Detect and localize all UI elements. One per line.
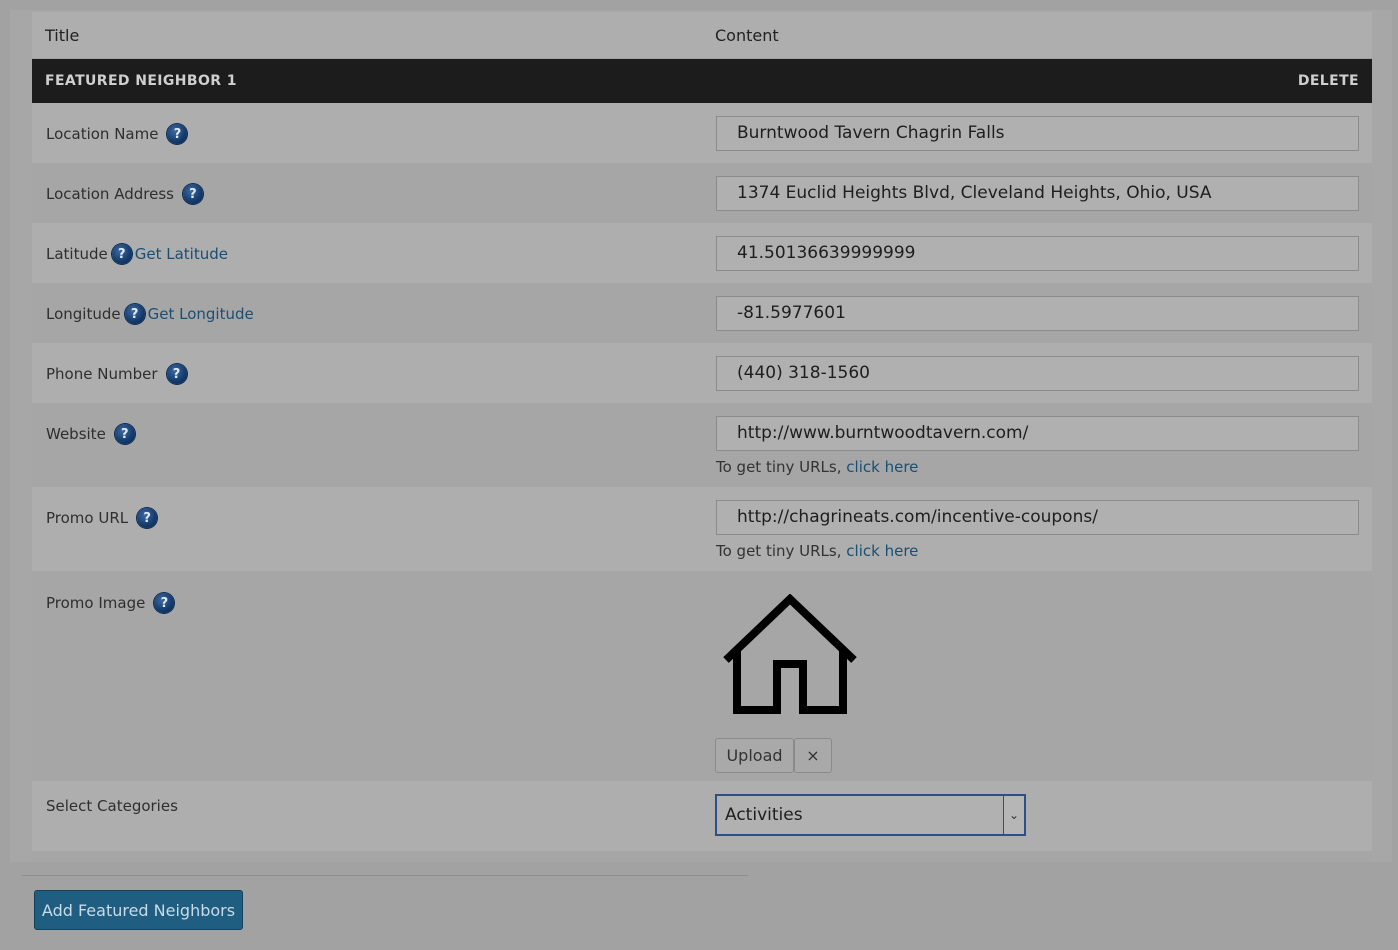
website-label: Website ? [46,424,135,444]
title-column-header: Title [45,26,80,45]
get-latitude-link[interactable]: Get Latitude [135,245,228,263]
help-icon[interactable]: ? [154,593,175,613]
categories-selected-value: Activities [725,805,803,825]
promo-image-text: Promo Image [46,594,146,612]
categories-label: Select Categories [46,797,178,815]
remove-image-button[interactable]: × [794,738,832,773]
latitude-input[interactable]: 41.50136639999999 [716,236,1359,271]
location-address-input[interactable]: 1374 Euclid Heights Blvd, Cleveland Heig… [716,176,1359,211]
location-name-text: Location Name [46,125,159,143]
latitude-label: Latitude ? Get Latitude [46,244,228,264]
add-featured-neighbors-button[interactable]: Add Featured Neighbors [34,890,243,930]
website-tiny-url-link[interactable]: click here [846,458,918,476]
promo-url-tiny-url-link[interactable]: click here [846,542,918,560]
help-icon[interactable]: ? [166,364,187,384]
phone-input[interactable]: (440) 318-1560 [716,356,1359,391]
promo-url-note-text: To get tiny URLs, [716,542,842,560]
longitude-label: Longitude ? Get Longitude [46,304,254,324]
neighbor-heading-bar: FEATURED NEIGHBOR 1 DELETE [32,59,1372,103]
divider [22,875,748,876]
phone-label: Phone Number ? [46,364,187,384]
website-input[interactable]: http://www.burntwoodtavern.com/ [716,416,1359,451]
categories-text: Select Categories [46,797,178,815]
help-icon[interactable]: ? [167,124,188,144]
promo-url-note: To get tiny URLs, click here [716,542,918,560]
upload-button[interactable]: Upload [715,738,794,773]
latitude-text: Latitude [46,245,108,263]
longitude-text: Longitude [46,305,121,323]
row-next [32,851,1372,862]
help-icon[interactable]: ? [124,304,145,324]
promo-image-label: Promo Image ? [46,593,175,613]
website-note-text: To get tiny URLs, [716,458,842,476]
table-header: Title Content [32,12,1372,59]
help-icon[interactable]: ? [111,244,132,264]
categories-select[interactable]: Activities ⌄ [715,794,1026,836]
location-name-label: Location Name ? [46,124,188,144]
website-note: To get tiny URLs, click here [716,458,918,476]
help-icon[interactable]: ? [137,508,158,528]
website-text: Website [46,425,106,443]
promo-url-input[interactable]: http://chagrineats.com/incentive-coupons… [716,500,1359,535]
chevron-down-icon[interactable]: ⌄ [1003,796,1024,834]
content-column-header: Content [715,26,779,45]
promo-url-label: Promo URL ? [46,508,158,528]
row-promo-image [32,571,1372,781]
promo-url-text: Promo URL [46,509,129,527]
help-icon[interactable]: ? [182,184,203,204]
row-categories [32,781,1372,851]
house-icon [723,594,857,714]
phone-text: Phone Number [46,365,158,383]
location-address-text: Location Address [46,185,174,203]
location-name-input[interactable]: Burntwood Tavern Chagrin Falls [716,116,1359,151]
get-longitude-link[interactable]: Get Longitude [148,305,254,323]
longitude-input[interactable]: -81.5977601 [716,296,1359,331]
neighbor-heading: FEATURED NEIGHBOR 1 [45,73,237,89]
location-address-label: Location Address ? [46,184,203,204]
help-icon[interactable]: ? [114,424,135,444]
delete-neighbor-link[interactable]: DELETE [1298,73,1359,89]
